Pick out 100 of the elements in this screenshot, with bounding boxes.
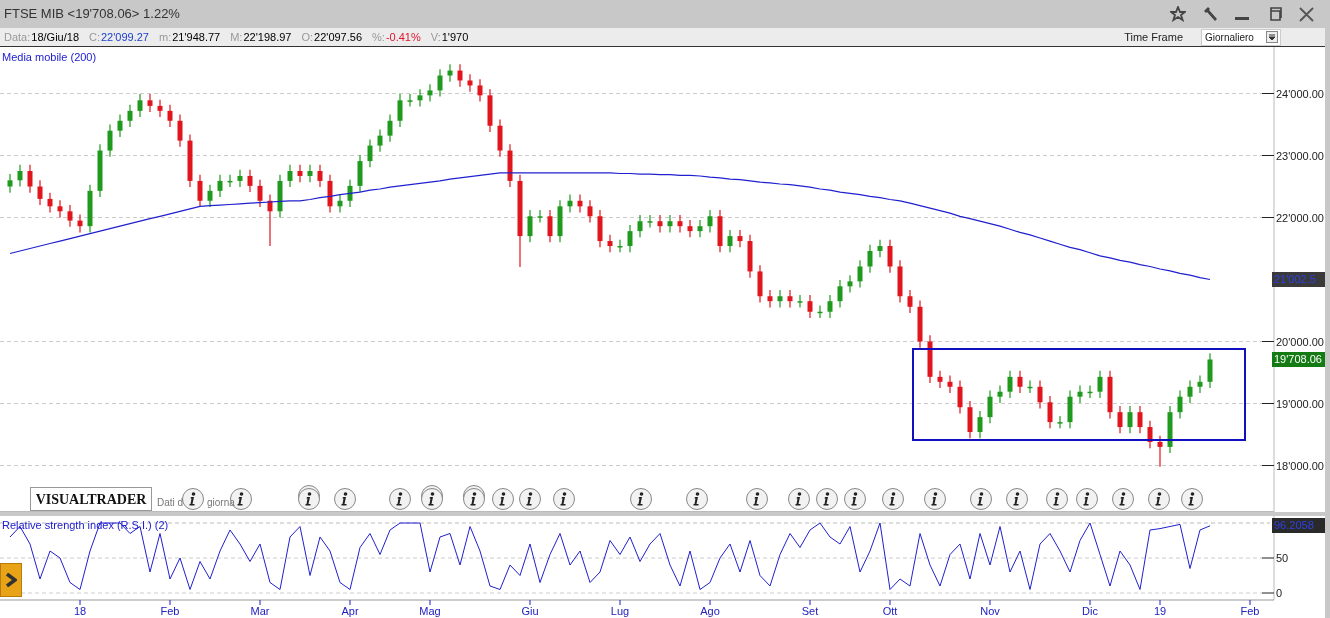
candlestick <box>1207 352 1213 389</box>
candlestick <box>1107 370 1113 419</box>
candlestick <box>587 199 593 224</box>
candlestick <box>647 214 653 228</box>
axis-label: 24'000.00 <box>1276 87 1324 100</box>
axis-label: Lug <box>610 605 630 617</box>
axis-label: Nov <box>980 605 1000 617</box>
info-icon[interactable] <box>553 488 575 510</box>
candlestick <box>67 204 73 228</box>
candlestick <box>177 114 183 148</box>
info-icon[interactable] <box>686 488 708 510</box>
candlestick <box>837 279 843 308</box>
candlestick <box>967 400 973 439</box>
field-label: O: <box>301 29 314 45</box>
stacked-info-icon[interactable] <box>463 485 485 510</box>
field-label: C: <box>89 29 100 45</box>
candlestick <box>797 294 803 308</box>
candlestick <box>887 239 893 274</box>
candlestick <box>17 164 23 188</box>
axis-label: Apr <box>341 605 359 617</box>
chevron-icon <box>5 573 17 587</box>
info-icon[interactable] <box>924 488 946 510</box>
info-icon[interactable] <box>816 488 838 510</box>
candlestick <box>847 274 853 294</box>
candlestick <box>147 93 153 113</box>
candlestick <box>957 379 963 415</box>
candlestick <box>27 164 33 194</box>
axis-label: Ott <box>882 605 898 617</box>
candlestick <box>207 184 213 208</box>
candlestick <box>307 164 313 183</box>
candlestick <box>557 199 563 243</box>
info-icon[interactable] <box>1181 488 1203 510</box>
info-icon[interactable] <box>492 488 514 510</box>
candlestick <box>497 118 503 158</box>
info-icon[interactable] <box>970 488 992 510</box>
expand-button[interactable] <box>0 563 22 597</box>
field-value: -0.41% <box>385 29 421 45</box>
field-value: 22'099.27 <box>101 29 149 45</box>
field-label: %: <box>372 29 385 45</box>
axis-label: Mar <box>250 605 270 617</box>
info-icon[interactable] <box>844 488 866 510</box>
candlestick <box>877 239 883 258</box>
info-icon[interactable] <box>334 488 356 510</box>
axis-label: Giu <box>521 605 539 617</box>
candlestick <box>907 289 913 314</box>
info-icon[interactable] <box>630 488 652 510</box>
info-icon[interactable] <box>389 488 411 510</box>
candlestick <box>457 63 463 88</box>
candlestick <box>1017 370 1023 394</box>
axis-label: 18 <box>73 605 87 617</box>
candlestick <box>607 234 613 253</box>
info-icon[interactable] <box>1148 488 1170 510</box>
candlestick <box>927 334 933 384</box>
candlestick <box>727 229 733 253</box>
stacked-info-icon[interactable] <box>421 485 443 510</box>
axis-label: Set <box>801 605 819 617</box>
axis-label: 20'000.00 <box>1276 335 1324 348</box>
source-note: Dati d <box>157 498 184 508</box>
dropdown-arrow-icon[interactable] <box>1266 31 1278 43</box>
info-icon[interactable] <box>182 488 204 510</box>
candlestick <box>447 63 453 83</box>
candlestick <box>247 169 253 193</box>
candlestick <box>277 174 283 219</box>
candlestick <box>217 174 223 198</box>
stacked-info-icon[interactable] <box>298 485 320 510</box>
candlestick <box>377 128 383 153</box>
candlestick <box>637 214 643 238</box>
candlestick <box>627 224 633 253</box>
info-icon[interactable] <box>788 488 810 510</box>
candlestick <box>1037 379 1043 410</box>
candlestick <box>77 213 83 233</box>
candlestick <box>1117 405 1123 434</box>
candlestick <box>1097 370 1103 399</box>
candlestick <box>807 294 813 319</box>
info-icon[interactable] <box>1046 488 1068 510</box>
candlestick <box>827 294 833 319</box>
info-icon[interactable] <box>882 488 904 510</box>
candlestick <box>717 209 723 253</box>
time-frame-dropdown[interactable]: Giornaliero <box>1201 28 1281 46</box>
candlestick <box>687 219 693 238</box>
info-icon[interactable] <box>1076 488 1098 510</box>
field-value: 18/Giu/18 <box>31 29 79 45</box>
candlestick <box>1057 415 1063 429</box>
candlestick <box>1197 375 1203 394</box>
info-icon[interactable] <box>746 488 768 510</box>
candlestick <box>47 192 53 214</box>
axis-label: Ago <box>700 605 720 617</box>
candlestick <box>37 179 43 206</box>
info-icon[interactable] <box>519 488 541 510</box>
candlestick <box>157 99 163 118</box>
candlestick <box>407 93 413 108</box>
field-value: 21'948.77 <box>172 29 221 45</box>
candlestick <box>367 138 373 168</box>
candlestick <box>197 174 203 208</box>
candlestick <box>1047 395 1053 429</box>
axis-label: 19'000.00 <box>1276 397 1324 410</box>
info-icon[interactable] <box>1006 488 1028 510</box>
star-icon[interactable] <box>1167 3 1189 25</box>
candlestick <box>97 143 103 198</box>
info-icon[interactable] <box>1112 488 1134 510</box>
